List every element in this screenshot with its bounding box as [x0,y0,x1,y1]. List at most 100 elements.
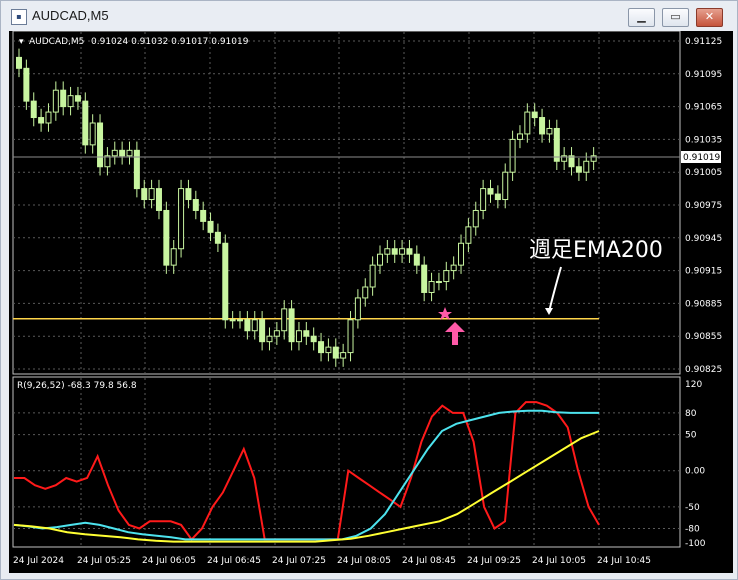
candle-body [531,111,538,119]
restore-button[interactable]: ▭ [662,8,689,27]
candle-body [509,138,516,173]
candle-body [163,209,170,266]
price-tick-label: 0.90945 [685,234,722,244]
candle-body [52,89,59,113]
candle-body [67,95,74,108]
candle-body [428,281,435,293]
price-tick-label: 0.91125 [685,37,722,47]
candle-body [480,188,487,211]
candle-body [82,100,89,146]
candle-body [295,330,302,343]
time-tick-label: 24 Jul 09:25 [467,556,521,566]
candle-body [303,330,310,337]
candle-body [89,122,96,146]
buy-arrow-icon [445,322,465,345]
candle-body [155,188,162,211]
price-tick-label: 0.91095 [685,70,722,80]
candle-body [45,111,52,124]
candle-body [583,160,590,173]
current-price-label: 0.91019 [683,153,720,163]
price-tick-label: 0.90855 [685,332,722,342]
candle-body [185,188,192,201]
indicator-line-cyan [13,409,599,541]
indicator-tick-label: 50 [685,431,697,441]
candle-body [413,253,420,266]
candle-body [259,319,266,343]
candle-body [214,231,221,244]
close-button[interactable]: ✕ [696,8,723,27]
title-bar[interactable]: ▪ AUDCAD,M5 ▁ ▭ ✕ [1,1,737,31]
candle-body [472,209,479,228]
symbol-dropdown-icon[interactable]: ▾ [19,37,24,47]
candle-body [384,248,391,255]
candle-body [347,319,354,354]
time-tick-label: 24 Jul 08:05 [337,556,391,566]
window-title: AUDCAD,M5 [32,8,109,23]
candle-body [97,122,104,168]
minimize-button[interactable]: ▁ [628,8,655,27]
chart-window-icon: ▪ [11,9,27,25]
grid [13,32,680,546]
candle-body [391,248,398,255]
time-tick-label: 24 Jul 10:05 [532,556,586,566]
candle-body [222,242,229,321]
ohlc-values: 0.91024 0.91032 0.91017 0.91019 [91,37,249,47]
indicator-axis: 120 80 50 0.00 -50 -80 -100 [685,380,706,549]
candle-body [170,248,177,266]
candle-body [443,270,450,283]
candle-body [133,149,140,190]
candle-body [16,56,22,69]
chart-area[interactable]: ▾ AUDCAD,M5 0.91024 0.91032 0.91017 0.91… [9,30,733,573]
candle-body [310,335,317,343]
candle-body [458,242,465,266]
candle-body [450,264,457,272]
candle-body [237,319,244,322]
candle-body [465,226,472,244]
candle-body [23,67,30,102]
candle-body [332,346,339,359]
annotation-arrow [548,266,562,313]
candle-body [546,127,553,135]
candle-body [38,117,45,124]
candle-body [369,264,376,288]
price-tick-label: 0.90885 [685,299,722,309]
price-tick-label: 0.90915 [685,267,722,277]
candle-body [60,89,67,108]
time-tick-label: 24 Jul 05:25 [77,556,131,566]
candle-body [244,319,251,332]
annotation-arrowhead [545,308,553,315]
indicator-tick-label: 0.00 [685,467,705,477]
candle-body [325,346,332,354]
candle-body [362,286,369,299]
indicator-tick-label: 80 [685,409,697,419]
time-tick-label: 24 Jul 06:05 [142,556,196,566]
time-tick-label: 24 Jul 06:45 [207,556,261,566]
candle-body [421,264,428,293]
candle-body [192,199,199,211]
candle-body [502,171,509,201]
time-axis: 24 Jul 2024 24 Jul 05:25 24 Jul 06:05 24 Ju… [13,556,651,566]
time-tick-label: 24 Jul 08:45 [402,556,456,566]
candle-body [281,308,288,332]
candle-body [435,281,442,284]
price-tick-label: 0.90975 [685,201,722,211]
candle-body [126,149,133,157]
candle-body [74,95,81,102]
indicator-panel-frame [12,376,681,548]
price-tick-label: 0.91005 [685,168,722,178]
indicator-tick-label: -50 [685,503,700,513]
indicator-tick-label: -100 [685,539,706,549]
candle-body [229,319,236,322]
price-tick-label: 0.90825 [685,365,722,375]
candle-body [575,166,582,173]
time-tick-label: 24 Jul 07:25 [272,556,326,566]
candle-body [553,127,560,162]
candle-body [494,193,501,201]
candle-body [266,335,273,343]
main-panel-frame [12,30,681,375]
indicator-tick-label: 120 [685,380,702,390]
price-chart-svg[interactable]: ▾ AUDCAD,M5 0.91024 0.91032 0.91017 0.91… [9,30,733,573]
candle-body [141,188,148,201]
ema-annotation-text: 週足EMA200 [529,238,663,263]
candle-body [207,220,214,233]
